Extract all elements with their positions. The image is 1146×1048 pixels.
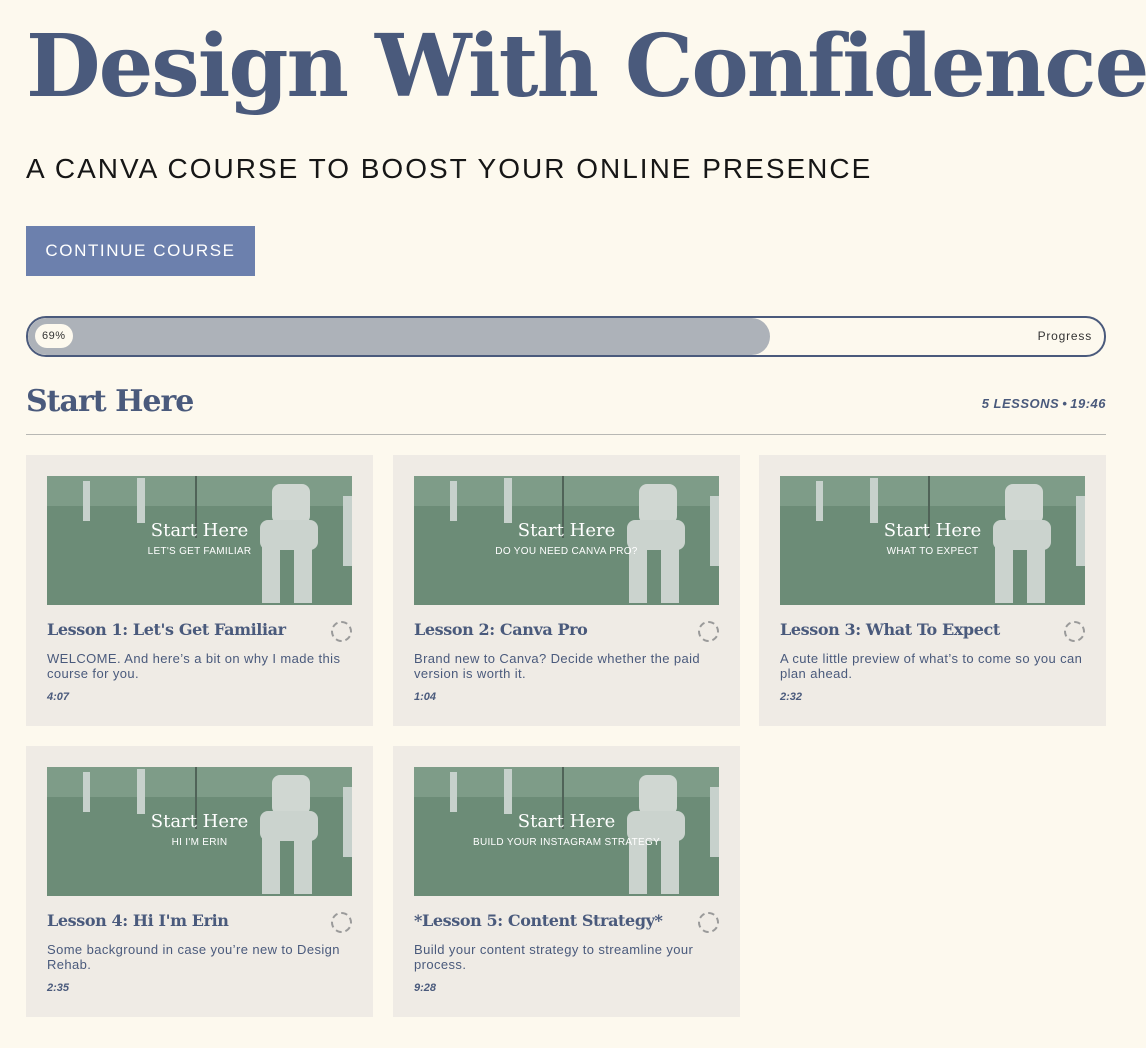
completion-circle-icon[interactable]: [698, 912, 719, 933]
thumbnail-subtitle: LET'S GET FAMILIAR: [147, 546, 252, 557]
thumbnail-title: Start Here: [517, 811, 616, 832]
total-duration: 19:46: [1070, 396, 1106, 411]
progress-label: Progress: [1037, 329, 1092, 343]
lesson-thumbnail[interactable]: Start Here BUILD YOUR INSTAGRAM STRATEGY: [414, 767, 719, 896]
course-subtitle: A CANVA COURSE TO BOOST YOUR ONLINE PRES…: [26, 153, 873, 184]
meta-separator: •: [1062, 396, 1068, 411]
thumbnail-title: Start Here: [150, 520, 249, 541]
course-title: Design With Confidence: [26, 16, 1146, 117]
lesson-duration: 2:32: [780, 691, 803, 703]
completion-circle-icon[interactable]: [698, 621, 719, 642]
lesson-title[interactable]: Lesson 1: Let's Get Familiar: [47, 620, 286, 639]
thumbnail-subtitle: WHAT TO EXPECT: [886, 546, 979, 557]
lesson-card-5[interactable]: Start Here BUILD YOUR INSTAGRAM STRATEGY…: [393, 746, 740, 1017]
completion-circle-icon[interactable]: [331, 621, 352, 642]
lesson-description: WELCOME. And here’s a bit on why I made …: [47, 651, 341, 681]
lesson-card-3[interactable]: Start Here WHAT TO EXPECT Lesson 3: What…: [759, 455, 1106, 726]
section-divider: [26, 434, 1106, 435]
lesson-duration: 4:07: [47, 691, 70, 703]
thumbnail-subtitle: HI I'M ERIN: [171, 837, 228, 848]
progress-percent: 69%: [35, 324, 73, 348]
progress-fill: [28, 318, 771, 355]
thumbnail-title: Start Here: [883, 520, 982, 541]
lesson-description: Some background in case you’re new to De…: [47, 942, 340, 972]
lesson-thumbnail[interactable]: Start Here DO YOU NEED CANVA PRO?: [414, 476, 719, 605]
lesson-thumbnail[interactable]: Start Here HI I'M ERIN: [47, 767, 352, 896]
thumbnail-title: Start Here: [150, 811, 249, 832]
lesson-title[interactable]: Lesson 2: Canva Pro: [414, 620, 588, 639]
continue-course-button[interactable]: CONTINUE COURSE: [26, 226, 255, 276]
lesson-duration: 2:35: [47, 982, 70, 994]
thumbnail-subtitle: DO YOU NEED CANVA PRO?: [495, 546, 638, 557]
lesson-card-1[interactable]: Start Here LET'S GET FAMILIAR Lesson 1: …: [26, 455, 373, 726]
lesson-thumbnail[interactable]: Start Here LET'S GET FAMILIAR: [47, 476, 352, 605]
lesson-duration: 1:04: [414, 691, 437, 703]
lesson-description: Brand new to Canva? Decide whether the p…: [414, 651, 701, 681]
lesson-duration: 9:28: [414, 982, 437, 994]
lessons-count: 5 LESSONS: [981, 396, 1060, 411]
lesson-description: Build your content strategy to streamlin…: [414, 942, 694, 972]
thumbnail-subtitle: BUILD YOUR INSTAGRAM STRATEGY: [472, 837, 661, 848]
section-title: Start Here: [26, 384, 194, 419]
thumbnail-title: Start Here: [517, 520, 616, 541]
lesson-title[interactable]: *Lesson 5: Content Strategy*: [414, 911, 663, 930]
lesson-card-4[interactable]: Start Here HI I'M ERIN Lesson 4: Hi I'm …: [26, 746, 373, 1017]
lesson-thumbnail[interactable]: Start Here WHAT TO EXPECT: [780, 476, 1085, 605]
lesson-card-2[interactable]: Start Here DO YOU NEED CANVA PRO? Lesson…: [393, 455, 740, 726]
lesson-title[interactable]: Lesson 3: What To Expect: [780, 620, 1000, 639]
lesson-description: A cute little preview of what’s to come …: [780, 651, 1083, 681]
section-meta: 5 LESSONS • 19:46: [982, 396, 1106, 411]
completion-circle-icon[interactable]: [331, 912, 352, 933]
lesson-title[interactable]: Lesson 4: Hi I'm Erin: [47, 911, 229, 930]
progress-bar: 69% Progress: [26, 316, 1106, 357]
completion-circle-icon[interactable]: [1064, 621, 1085, 642]
